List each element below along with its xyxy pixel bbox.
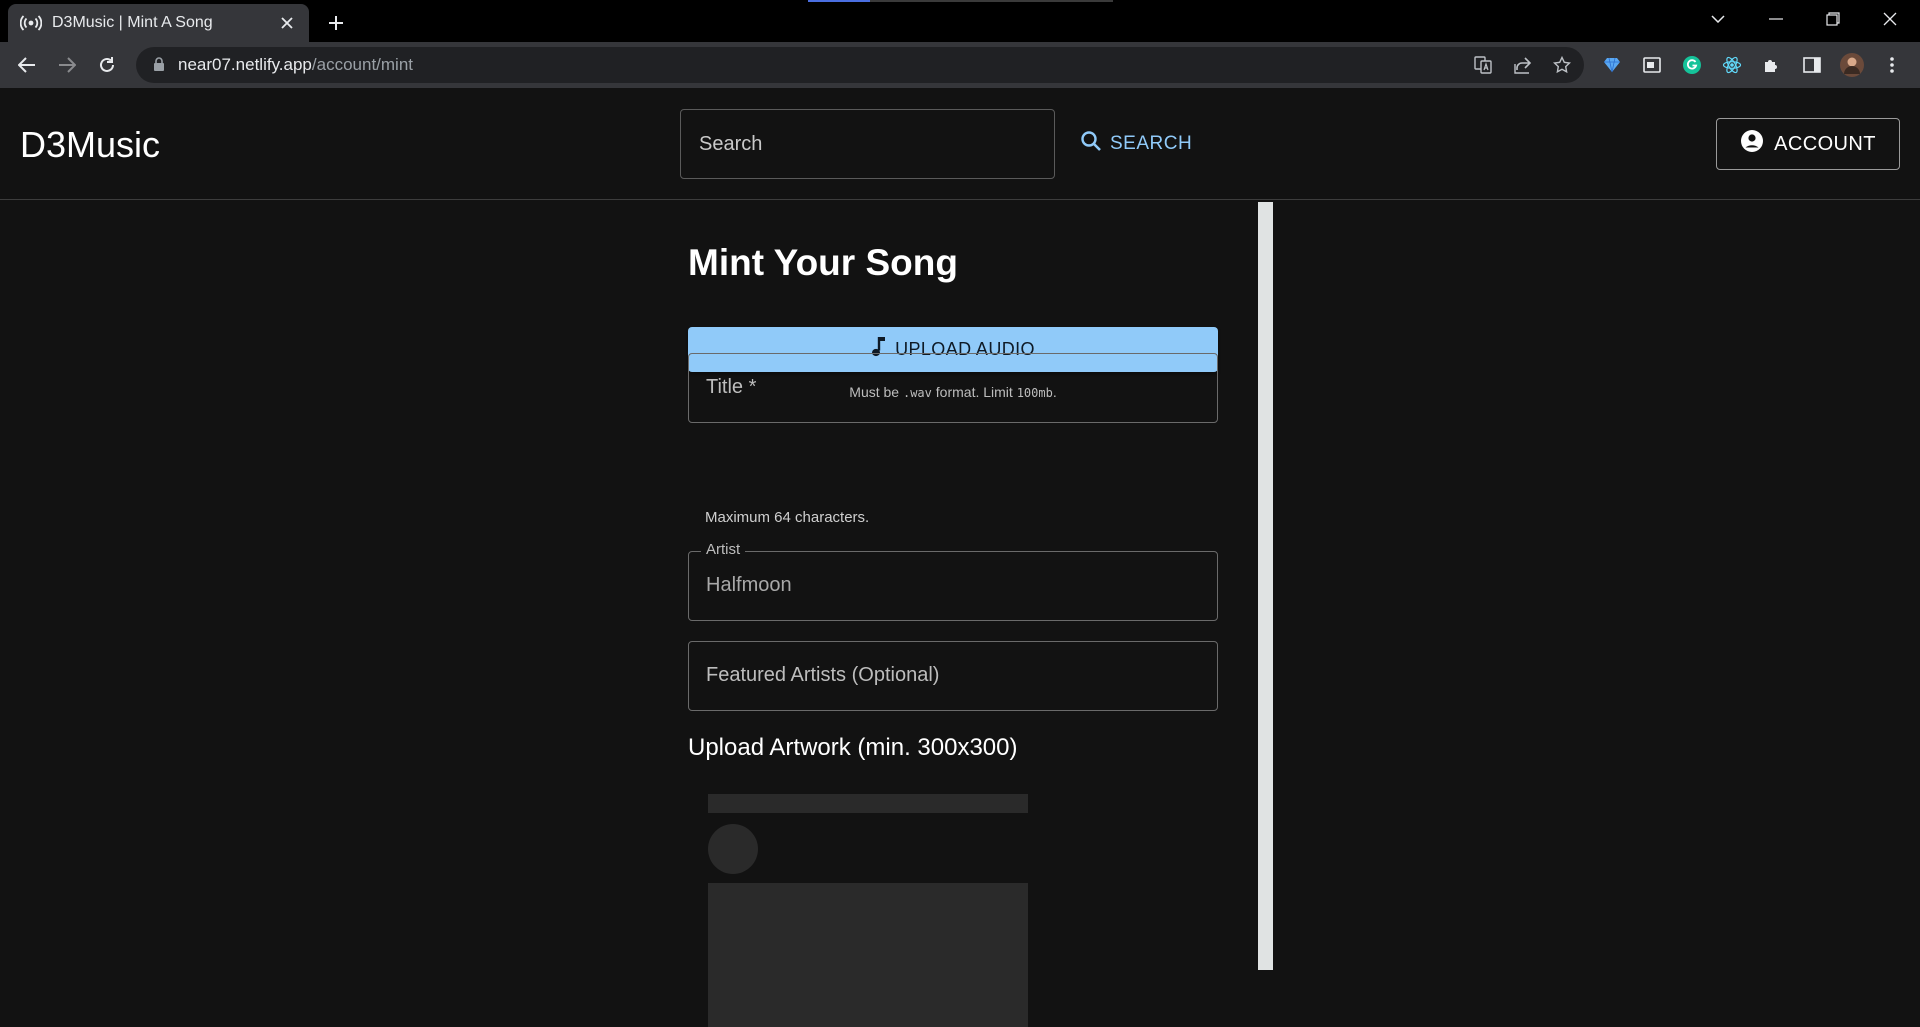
close-tab-icon[interactable] [277, 13, 297, 33]
search-field[interactable] [680, 109, 1055, 179]
diamond-extension-icon[interactable] [1600, 53, 1624, 77]
artwork-skeleton-circle [708, 824, 758, 874]
grammarly-icon[interactable] [1680, 53, 1704, 77]
search-icon [1080, 130, 1102, 158]
tab-title: D3Music | Mint A Song [52, 14, 213, 31]
url-host: near07.netlify.app [178, 55, 312, 74]
new-tab-plus-icon[interactable] [322, 9, 350, 37]
lock-icon[interactable] [153, 57, 165, 77]
minimize-icon[interactable] [1748, 0, 1804, 38]
artist-field-label: Artist [701, 541, 746, 558]
search-input[interactable] [681, 110, 1054, 178]
profile-avatar[interactable] [1840, 53, 1864, 77]
title-field-label: Title * [706, 376, 757, 398]
url-path: /account/mint [311, 55, 414, 74]
account-button-label: ACCOUNT [1774, 132, 1876, 155]
search-button[interactable]: SEARCH [1080, 126, 1192, 162]
featured-artists-field[interactable]: Featured Artists (Optional) [688, 641, 1218, 711]
brand-logo-text[interactable]: D3Music [20, 124, 160, 166]
page-content: D3Music SEARCH ACCOUNT Mint Your Song UP… [0, 88, 1920, 1027]
react-devtools-icon[interactable] [1720, 53, 1744, 77]
forward-arrow-icon[interactable] [52, 50, 82, 80]
tab-search-chevron-icon[interactable] [1690, 0, 1746, 38]
url-text[interactable]: near07.netlify.app/account/mint [178, 55, 413, 75]
app-header: D3Music SEARCH ACCOUNT [0, 88, 1920, 200]
browser-toolbar: near07.netlify.app/account/mint [0, 42, 1920, 88]
window-extension-icon[interactable] [1640, 53, 1664, 77]
artwork-skeleton-dropzone[interactable] [708, 883, 1028, 1027]
restore-icon[interactable] [1805, 0, 1861, 38]
featured-artists-label: Featured Artists (Optional) [706, 664, 940, 686]
scrollbar-track[interactable] [1258, 202, 1273, 970]
extensions-puzzle-icon[interactable] [1760, 53, 1784, 77]
kebab-menu-icon[interactable] [1880, 53, 1904, 77]
side-panel-icon[interactable] [1800, 53, 1824, 77]
broadcast-icon [20, 12, 42, 34]
browser-tab-active[interactable]: D3Music | Mint A Song [8, 4, 309, 42]
translate-icon[interactable] [1472, 54, 1494, 76]
upload-artwork-heading: Upload Artwork (min. 300x300) [688, 734, 1018, 761]
close-window-icon[interactable] [1862, 0, 1918, 38]
artwork-skeleton-bar [708, 794, 1028, 813]
back-arrow-icon[interactable] [12, 50, 42, 80]
share-icon[interactable] [1512, 54, 1534, 76]
account-button[interactable]: ACCOUNT [1716, 118, 1900, 170]
page-title: Mint Your Song [688, 242, 958, 283]
account-circle-icon [1740, 129, 1764, 159]
artist-field[interactable]: Artist Halfmoon [688, 541, 1218, 621]
reload-icon[interactable] [92, 50, 122, 80]
title-helper-text: Maximum 64 characters. [705, 509, 870, 526]
title-field[interactable]: Title * [688, 353, 1218, 423]
tabstrip-accent [808, 0, 1113, 2]
bookmark-star-icon[interactable] [1551, 54, 1573, 76]
browser-tabstrip: D3Music | Mint A Song [0, 0, 1920, 42]
search-button-label: SEARCH [1110, 133, 1193, 154]
address-bar[interactable]: near07.netlify.app/account/mint [136, 47, 1584, 83]
artist-field-value: Halfmoon [706, 574, 792, 596]
